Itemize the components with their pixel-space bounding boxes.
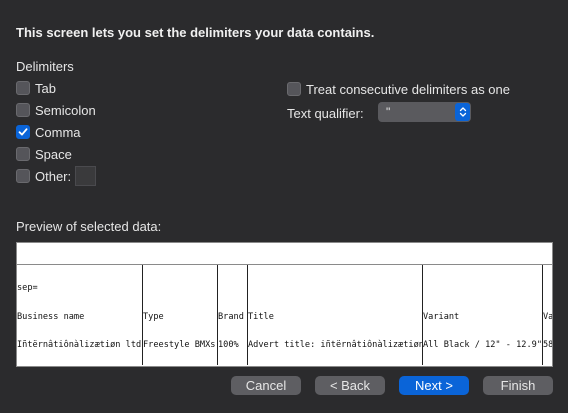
updown-chevron-icon[interactable] bbox=[455, 103, 470, 121]
preview-cell: sep= bbox=[17, 283, 38, 293]
text-qualifier-value: " bbox=[386, 105, 391, 119]
delimiters-label: Delimiters bbox=[16, 59, 74, 74]
preview-column: ​ Variant All Black / 12" - 12.9" bbox=[423, 265, 543, 365]
other-checkbox-label: Other: bbox=[35, 168, 72, 184]
preview-cell: Type bbox=[143, 311, 164, 322]
cancel-button[interactable]: Cancel bbox=[231, 376, 301, 395]
preview-column: ​ Title Advert title: iñtërnâtiônàlizæti… bbox=[248, 265, 423, 365]
tab-checkbox-box[interactable] bbox=[16, 81, 30, 95]
comma-checkbox[interactable]: Comma bbox=[16, 123, 81, 141]
space-checkbox[interactable]: Space bbox=[16, 145, 72, 163]
preview-cell: Va bbox=[543, 311, 553, 322]
preview-cell: All Black / 12" - 12.9" bbox=[423, 340, 542, 350]
preview-cell: Advert title: iñtërnâtiônàlizætiøn bbox=[248, 340, 423, 350]
preview-cell: Business name bbox=[17, 311, 85, 322]
preview-cell: ​ bbox=[423, 284, 542, 294]
comma-checkbox-label: Comma bbox=[35, 124, 81, 140]
text-qualifier-label: Text qualifier: bbox=[287, 106, 364, 121]
tab-checkbox[interactable]: Tab bbox=[16, 79, 56, 97]
preview-column: sep= Business name Iñtërnâtiônàlizætiøn … bbox=[17, 265, 143, 365]
preview-label: Preview of selected data: bbox=[16, 219, 162, 234]
preview-column: ​ Type Freestyle BMXs bbox=[143, 265, 218, 365]
preview-cell: ​ bbox=[143, 284, 217, 294]
preview-cell: Freestyle BMXs bbox=[143, 340, 216, 350]
checkmark-icon bbox=[18, 128, 28, 136]
other-checkbox[interactable]: Other: bbox=[16, 166, 97, 186]
data-preview[interactable]: sep= Business name Iñtërnâtiônàlizætiøn … bbox=[16, 265, 553, 367]
preview-cell: Title bbox=[248, 311, 274, 322]
preview-header-strip bbox=[16, 242, 553, 265]
preview-cell: Brand bbox=[218, 311, 244, 322]
text-qualifier-select[interactable]: " bbox=[378, 102, 471, 122]
consecutive-delimiters-label: Treat consecutive delimiters as one bbox=[306, 81, 511, 97]
preview-column: ​ Brand 100% bbox=[218, 265, 248, 365]
space-checkbox-box[interactable] bbox=[16, 147, 30, 161]
semicolon-checkbox-label: Semicolon bbox=[35, 102, 96, 118]
preview-cell: Iñtërnâtiônàlizætiøn ltd bbox=[17, 340, 142, 350]
finish-button[interactable]: Finish bbox=[483, 376, 553, 395]
next-button[interactable]: Next > bbox=[399, 376, 469, 395]
page-heading: This screen lets you set the delimiters … bbox=[16, 25, 375, 40]
consecutive-delimiters-checkbox-box[interactable] bbox=[287, 82, 301, 96]
tab-checkbox-label: Tab bbox=[35, 80, 56, 96]
semicolon-checkbox[interactable]: Semicolon bbox=[16, 101, 96, 119]
comma-checkbox-box[interactable] bbox=[16, 125, 30, 139]
preview-cell: 58 bbox=[543, 340, 553, 350]
preview-cell: ​ bbox=[248, 284, 422, 294]
consecutive-delimiters-checkbox[interactable]: Treat consecutive delimiters as one bbox=[287, 80, 510, 98]
preview-cell: 100% bbox=[218, 340, 239, 350]
space-checkbox-label: Space bbox=[35, 146, 72, 162]
other-delimiter-field[interactable] bbox=[75, 166, 97, 186]
preview-cell: ​ bbox=[543, 284, 552, 294]
other-checkbox-box[interactable] bbox=[16, 169, 30, 183]
preview-cell: ​ bbox=[218, 284, 247, 294]
semicolon-checkbox-box[interactable] bbox=[16, 103, 30, 117]
back-button[interactable]: < Back bbox=[315, 376, 385, 395]
preview-column: ​ Va 58 bbox=[543, 265, 553, 365]
preview-cell: Variant bbox=[423, 311, 460, 322]
